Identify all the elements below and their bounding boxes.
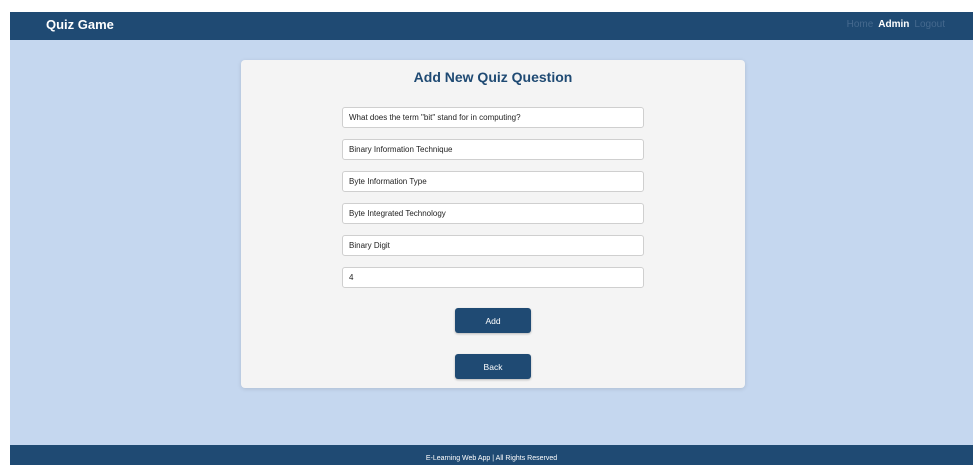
option2-input[interactable]	[342, 171, 644, 192]
nav-logout-link[interactable]: Logout	[914, 19, 945, 30]
brand-link[interactable]: Quiz Game	[46, 17, 114, 32]
footer: E-Learning Web App | All Rights Reserved	[10, 445, 973, 465]
correct-answer-input[interactable]	[342, 267, 644, 288]
option1-input[interactable]	[342, 139, 644, 160]
nav-links: Home Admin Logout	[847, 19, 945, 30]
option4-input[interactable]	[342, 235, 644, 256]
option3-input[interactable]	[342, 203, 644, 224]
add-question-card: Add New Quiz Question Add Back	[241, 60, 745, 388]
back-button[interactable]: Back	[455, 354, 531, 379]
nav-admin-link[interactable]: Admin	[878, 19, 909, 30]
page-title: Add New Quiz Question	[413, 69, 573, 85]
nav-home-link[interactable]: Home	[847, 19, 874, 30]
question-input[interactable]	[342, 107, 644, 128]
add-button[interactable]: Add	[455, 308, 531, 333]
footer-text: E-Learning Web App | All Rights Reserved	[425, 455, 558, 462]
top-navbar: Quiz Game Home Admin Logout	[10, 12, 973, 40]
app-frame: Quiz Game Home Admin Logout Add New Quiz…	[10, 12, 973, 465]
